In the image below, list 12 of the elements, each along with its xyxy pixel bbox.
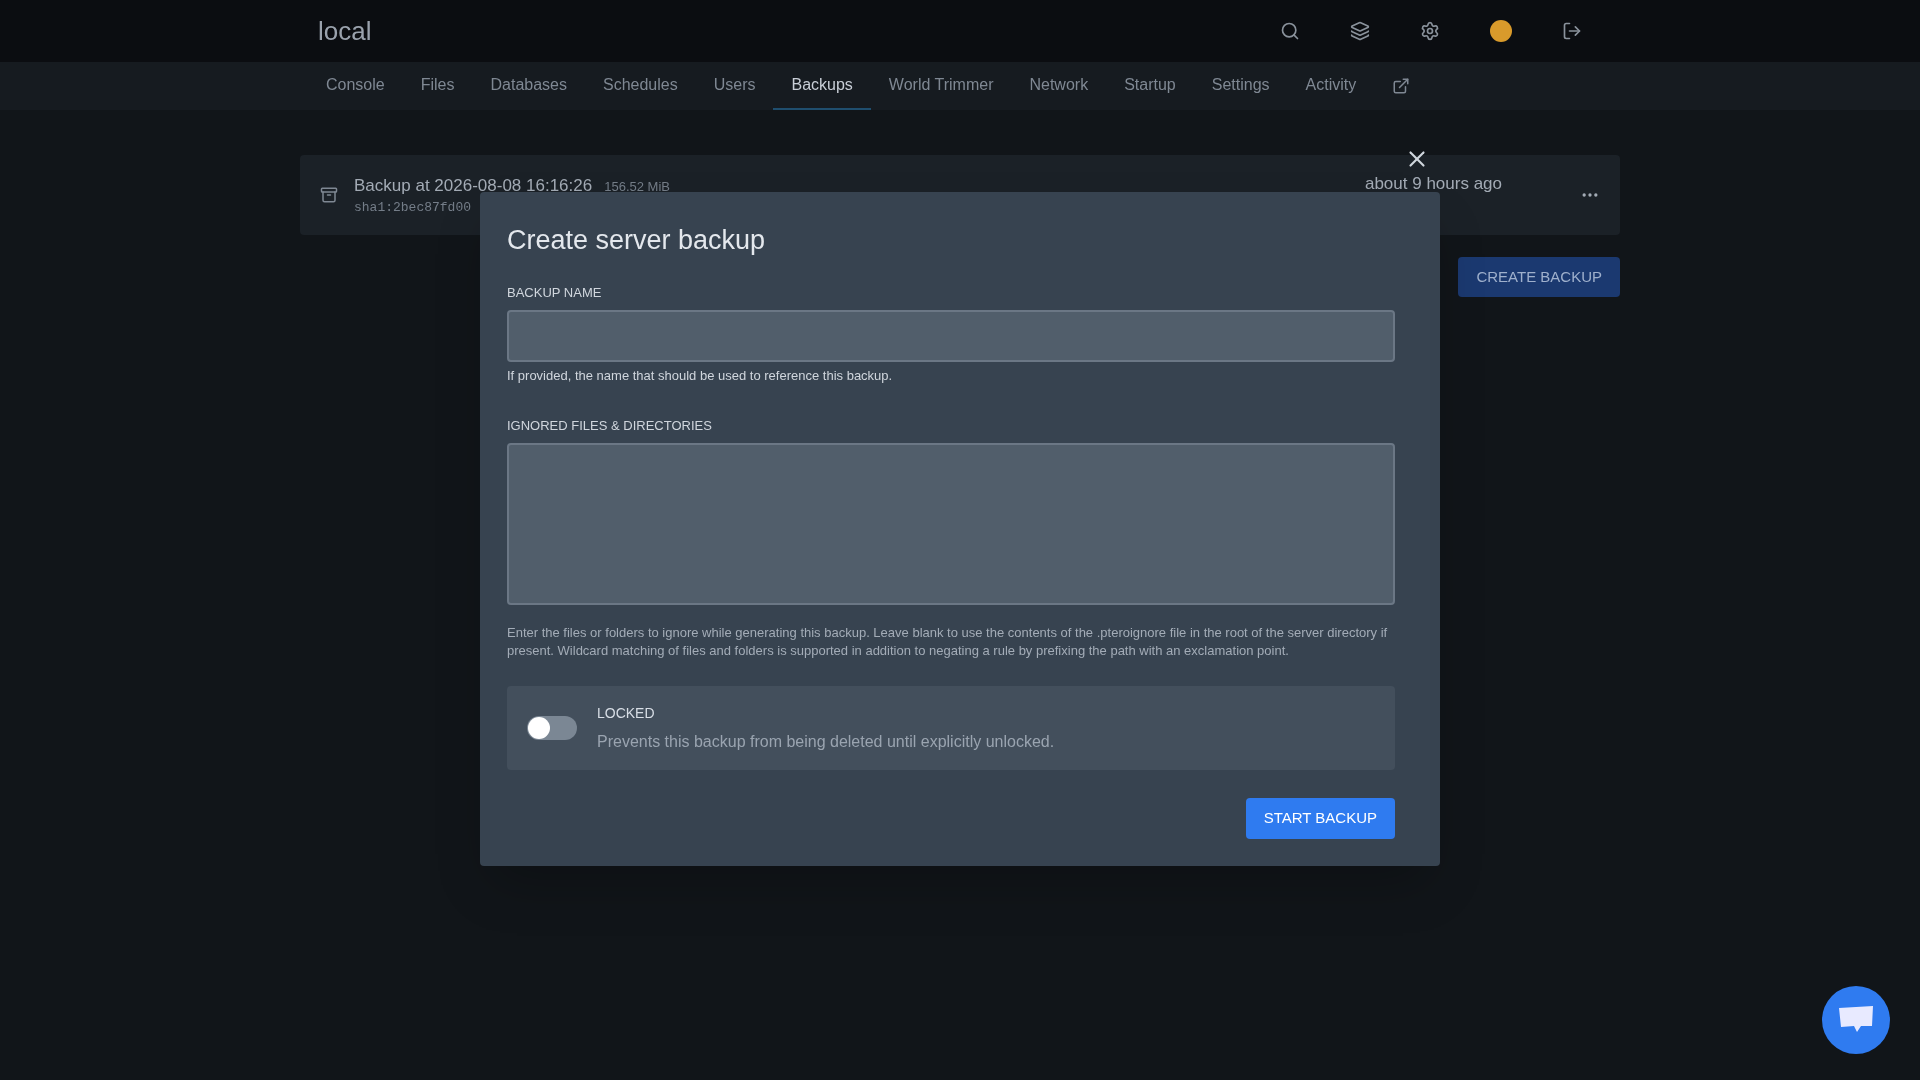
- field-help: Enter the files or folders to ignore while generating this backup. Leave blank to use the contents of the .pteroignore file in the root of the server directory if present. Wildcard matching of files and folders is supported in addition to negating a rule by prefixing the path with an exclamation point.: [507, 624, 1389, 660]
- field-label: BACKUP NAME: [507, 283, 603, 302]
- backup-name: Backup at 2026-08-08 16:16:26: [354, 174, 593, 197]
- field-help: If provided, the name that should be used to reference this backup.: [507, 367, 894, 385]
- backup-checksum: sha1:2bec87fd00: [354, 199, 473, 217]
- modal-title: Create server backup: [507, 224, 767, 257]
- field-label: IGNORED FILES & DIRECTORIES: [507, 416, 713, 435]
- locked-description: Prevents this backup from being deleted until explicitly unlocked.: [597, 731, 1055, 752]
- backup-size: 156.52 MiB: [604, 177, 670, 196]
- locked-label: LOCKED: [597, 703, 656, 723]
- backup-time: about 9 hours ago: [1364, 174, 1502, 194]
- server-title: local: [318, 14, 372, 48]
